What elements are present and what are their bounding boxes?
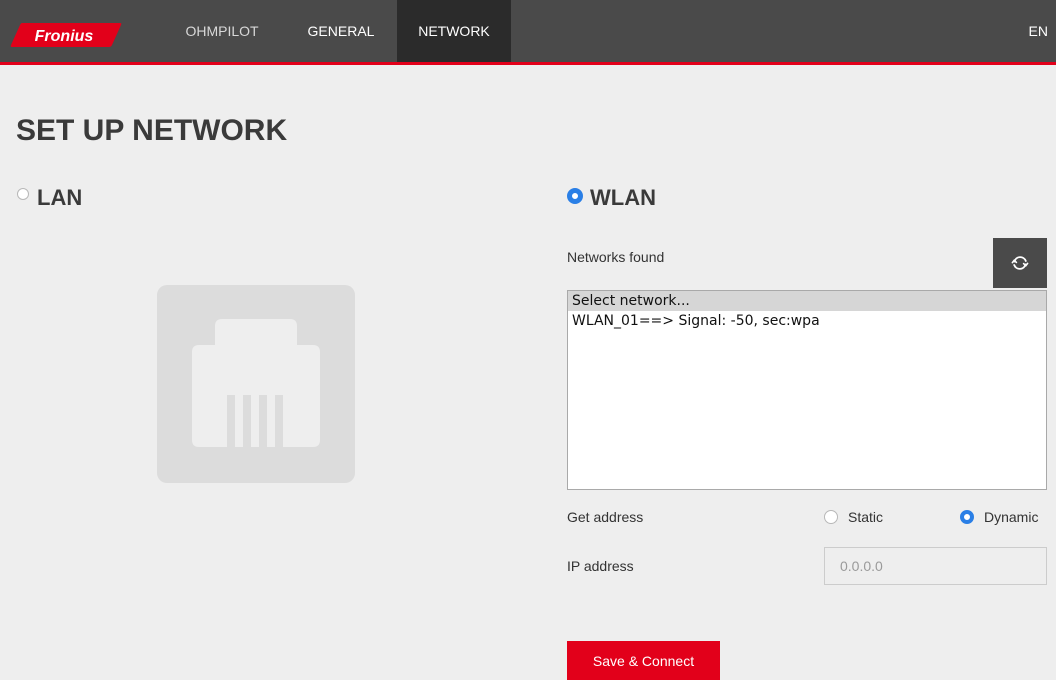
language-selector[interactable]: EN xyxy=(1029,0,1048,62)
lan-radio[interactable] xyxy=(17,188,29,200)
top-navigation-bar: Fronius OHMPILOT GENERAL NETWORK EN xyxy=(0,0,1056,65)
network-list[interactable]: Select network... WLAN_01==> Signal: -50… xyxy=(567,290,1047,490)
static-option-label[interactable]: Static xyxy=(848,509,883,525)
nav-ohmpilot[interactable]: OHMPILOT xyxy=(172,0,272,62)
static-radio[interactable] xyxy=(824,510,838,524)
dynamic-radio[interactable] xyxy=(960,510,974,524)
network-option-wlan-01[interactable]: WLAN_01==> Signal: -50, sec:wpa xyxy=(568,311,1046,331)
dynamic-option-label[interactable]: Dynamic xyxy=(984,509,1038,525)
network-option-placeholder[interactable]: Select network... xyxy=(568,291,1046,311)
nav-general[interactable]: GENERAL xyxy=(290,0,392,62)
nav-network[interactable]: NETWORK xyxy=(397,0,511,62)
ip-address-label: IP address xyxy=(567,558,634,574)
fronius-logo[interactable]: Fronius xyxy=(10,22,122,48)
networks-found-label: Networks found xyxy=(567,249,665,265)
refresh-networks-button[interactable] xyxy=(993,238,1047,288)
refresh-icon xyxy=(1011,256,1029,270)
save-connect-button[interactable]: Save & Connect xyxy=(567,641,720,680)
lan-label[interactable]: LAN xyxy=(37,185,82,211)
logo-text: Fronius xyxy=(35,28,94,45)
wlan-label[interactable]: WLAN xyxy=(590,185,656,211)
ethernet-port-icon xyxy=(157,285,355,483)
ip-address-input[interactable] xyxy=(824,547,1047,585)
get-address-label: Get address xyxy=(567,509,644,525)
wlan-radio[interactable] xyxy=(567,188,583,204)
page-title: SET UP NETWORK xyxy=(16,114,288,147)
